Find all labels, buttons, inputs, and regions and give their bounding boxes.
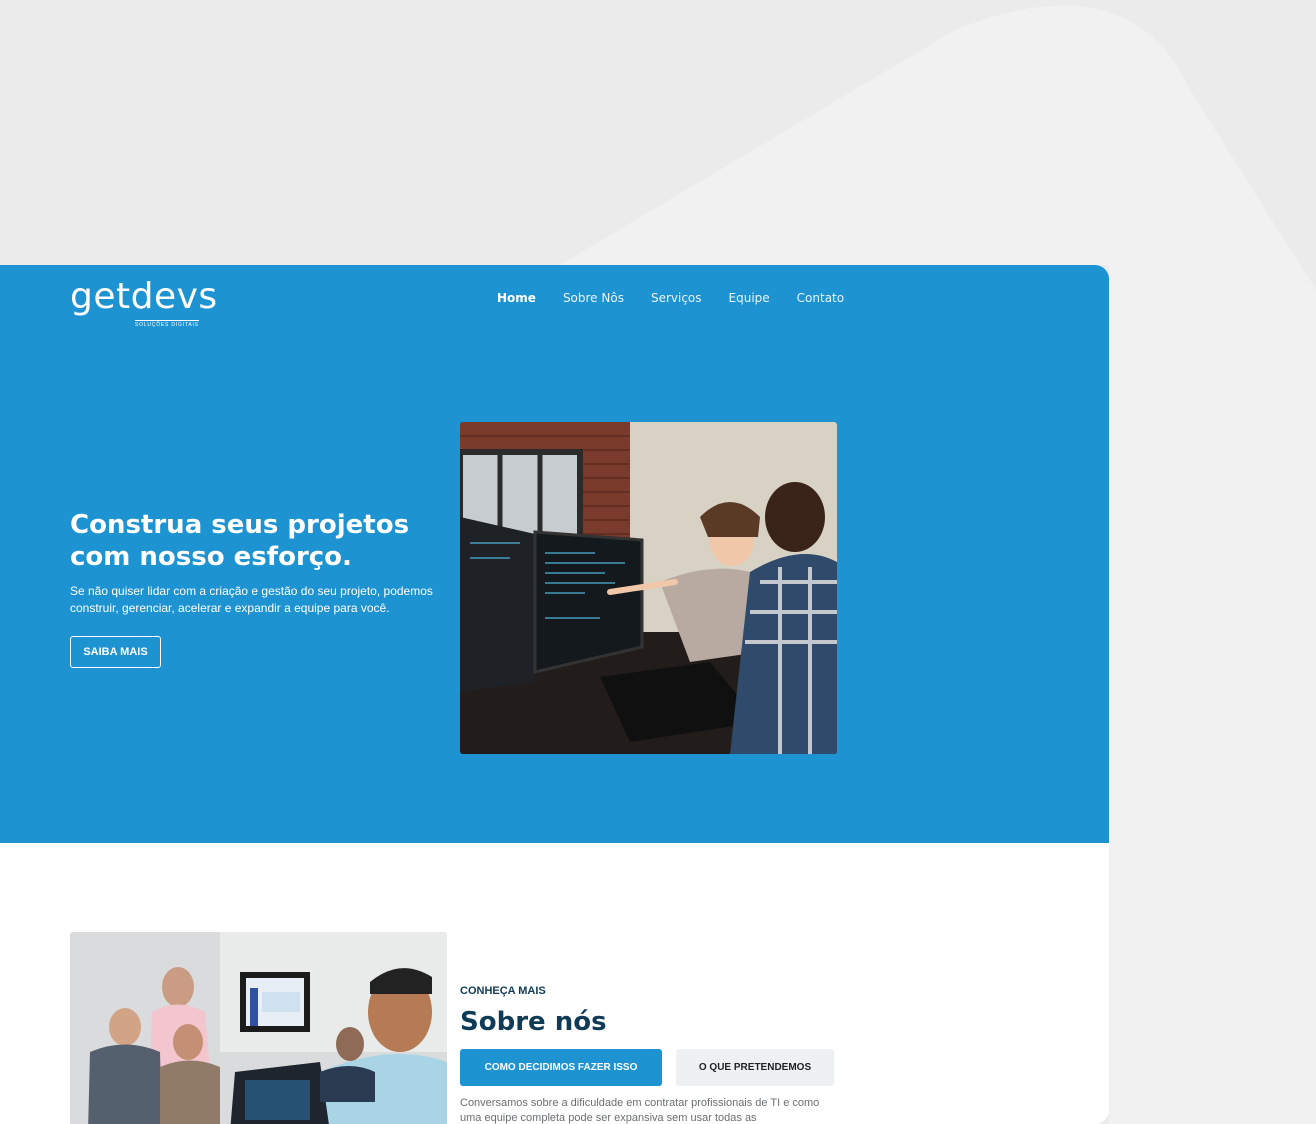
nav-item-home[interactable]: Home	[497, 291, 536, 305]
tab-o-que-pretendemos[interactable]: O QUE PRETENDEMOS	[676, 1049, 834, 1086]
nav-item-servicos[interactable]: Serviços	[651, 291, 702, 305]
website-frame: getdevs SOLUÇÕES DIGITAIS Home Sobre Nôs…	[0, 265, 1109, 1124]
hero-section: getdevs SOLUÇÕES DIGITAIS Home Sobre Nôs…	[0, 265, 1109, 843]
nav-item-contato[interactable]: Contato	[797, 291, 844, 305]
saiba-mais-button[interactable]: SAIBA MAIS	[70, 636, 161, 668]
about-image	[70, 932, 447, 1124]
about-eyebrow: CONHEÇA MAIS	[460, 985, 546, 997]
brand-name: getdevs	[70, 276, 218, 317]
brand-logo[interactable]: getdevs SOLUÇÕES DIGITAIS	[70, 275, 218, 328]
nav-item-sobre-nos[interactable]: Sobre Nôs	[563, 291, 624, 305]
nav-item-equipe[interactable]: Equipe	[729, 291, 770, 305]
main-nav: Home Sobre Nôs Serviços Equipe Contato	[497, 291, 844, 305]
hero-description: Se não quiser lidar com a criação e gest…	[70, 584, 433, 615]
hero-image	[460, 422, 837, 754]
tab-como-decidimos[interactable]: COMO DECIDIMOS FAZER ISSO	[460, 1049, 662, 1086]
about-description: Conversamos sobre a dificuldade em contr…	[460, 1097, 820, 1124]
hero-title: Construa seus projetos com nosso esforço…	[70, 510, 410, 572]
about-title: Sobre nós	[460, 1007, 607, 1037]
brand-tagline: SOLUÇÕES DIGITAIS	[135, 320, 199, 328]
